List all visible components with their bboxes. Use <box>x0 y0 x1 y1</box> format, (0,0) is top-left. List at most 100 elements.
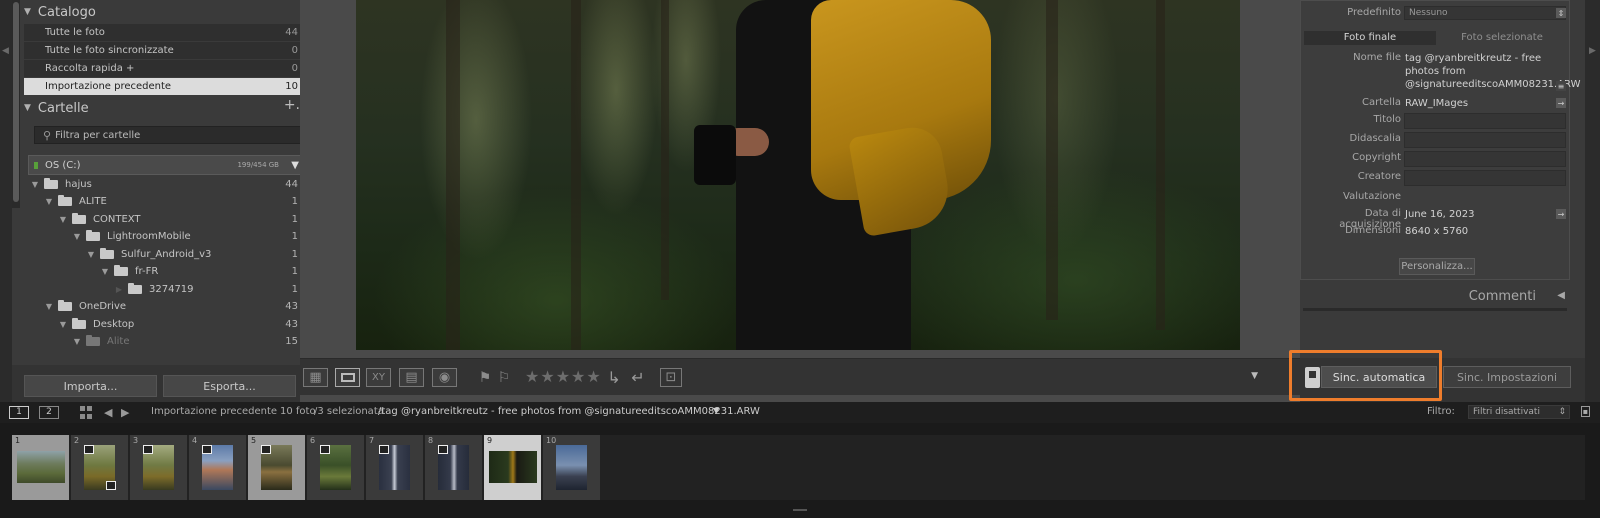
filmstrip-cell[interactable]: 6 <box>307 435 365 500</box>
sync-settings-button[interactable]: Sinc. Impostazioni <box>1443 366 1571 388</box>
primary-display-button[interactable]: 1 <box>9 406 29 419</box>
people-view-icon[interactable]: ◉ <box>432 368 457 387</box>
import-button[interactable]: Importa... <box>24 375 157 397</box>
title-input[interactable] <box>1404 113 1566 129</box>
collapsed-triangle-icon[interactable]: ▶ <box>112 285 126 294</box>
auto-sync-button[interactable]: Sinc. automatica <box>1321 366 1437 388</box>
survey-view-icon[interactable]: ▤ <box>399 368 424 387</box>
cell-number: 4 <box>192 436 198 445</box>
loupe-view-icon[interactable] <box>335 368 360 387</box>
filmstrip-cell[interactable]: 8 <box>425 435 483 500</box>
toolbar-content-dropdown-icon[interactable]: ▼ <box>1251 371 1258 381</box>
expand-triangle-icon[interactable]: ▼ <box>24 103 31 113</box>
folder-row[interactable]: ▼ ALITE 1 <box>28 193 306 210</box>
tab-final-photo[interactable]: Foto finale <box>1304 31 1436 45</box>
show-filmstrip-handle-icon[interactable] <box>793 509 807 513</box>
filmstrip-cell[interactable]: 10 <box>543 435 601 500</box>
go-to-date-icon[interactable]: → <box>1556 209 1566 219</box>
collapse-right-icon[interactable]: ▶ <box>1589 46 1596 56</box>
filmstrip-header: 1 2 ◀ ▶ Importazione precedente 10 foto … <box>0 402 1600 423</box>
left-panel-scrollbar[interactable] <box>12 0 20 208</box>
collapse-triangle-icon[interactable]: ◀ <box>1557 290 1565 301</box>
comments-header[interactable]: Commenti ◀ <box>1300 287 1570 307</box>
catalog-item-synced-photos[interactable]: Tutte le foto sincronizzate 0 <box>24 42 306 59</box>
filter-label: Filtro: <box>1427 406 1455 417</box>
catalog-item-all-photos[interactable]: Tutte le foto 44 <box>24 24 306 41</box>
rotate-right-icon[interactable]: ↵ <box>628 368 648 387</box>
expand-triangle-icon[interactable]: ▼ <box>56 320 70 329</box>
filmstrip-cell[interactable]: 7 <box>366 435 424 500</box>
folder-row[interactable]: ▼ Alite 15 <box>28 333 306 350</box>
drive-menu-icon[interactable]: ▼ <box>291 160 299 171</box>
creator-input[interactable] <box>1404 170 1566 186</box>
export-button[interactable]: Esporta... <box>163 375 296 397</box>
expand-triangle-icon[interactable]: ▼ <box>70 337 84 346</box>
caption-input[interactable] <box>1404 132 1566 148</box>
filmstrip-cell[interactable]: 3 <box>130 435 188 500</box>
folder-row[interactable]: ▼ CONTEXT 1 <box>28 211 306 228</box>
catalog-item-label: Tutte le foto sincronizzate <box>45 45 174 56</box>
grid-icon[interactable] <box>80 406 93 419</box>
expand-triangle-icon[interactable]: ▼ <box>70 232 84 241</box>
expand-triangle-icon[interactable]: ▼ <box>24 7 31 17</box>
path-dropdown-icon[interactable]: ▼ <box>713 406 719 415</box>
right-panel-toggle-strip[interactable]: ▶ <box>1585 0 1600 402</box>
compare-view-icon[interactable]: XY <box>366 368 391 387</box>
flag-pick-icon[interactable]: ⚑ <box>477 368 493 387</box>
scrollbar-thumb[interactable] <box>13 2 19 202</box>
folder-row[interactable]: ▼ Desktop 43 <box>28 316 306 333</box>
filmstrip-cell[interactable]: 2 <box>71 435 129 500</box>
expand-triangle-icon[interactable]: ▼ <box>84 250 98 259</box>
forward-arrow-icon[interactable]: ▶ <box>121 406 129 419</box>
flag-reject-icon[interactable]: ⚐ <box>496 368 512 387</box>
catalog-item-quick-collection[interactable]: Raccolta rapida + 0 <box>24 60 306 77</box>
add-folder-icon[interactable]: +. <box>284 97 300 113</box>
go-to-folder-icon[interactable]: → <box>1556 98 1566 108</box>
folder-icon <box>58 300 72 311</box>
secondary-display-button[interactable]: 2 <box>39 406 59 419</box>
filmstrip-cell[interactable]: 4 <box>189 435 247 500</box>
preset-dropdown-icon[interactable]: ⇕ <box>1556 8 1566 18</box>
collapse-left-icon[interactable]: ◀ <box>2 46 9 56</box>
expand-triangle-icon[interactable]: ▼ <box>56 215 70 224</box>
collection-badge-icon <box>143 445 153 454</box>
main-photo[interactable] <box>356 0 1240 350</box>
folder-row[interactable]: ▼ OneDrive 43 <box>28 298 306 315</box>
back-arrow-icon[interactable]: ◀ <box>104 406 112 419</box>
folder-row[interactable]: ▶ 3274719 1 <box>28 281 306 298</box>
catalog-header[interactable]: ▼ Catalogo <box>24 1 306 23</box>
filmstrip: 1 2 3 4 5 6 7 8 9 10 <box>0 423 1600 518</box>
grid-view-icon[interactable]: ▦ <box>303 368 328 387</box>
filename-edit-icon[interactable]: ≡ <box>1556 81 1566 91</box>
drive-status-icon <box>34 162 38 169</box>
expand-triangle-icon[interactable]: ▼ <box>98 267 112 276</box>
filmstrip-cell[interactable]: 5 <box>248 435 306 500</box>
copyright-input[interactable] <box>1404 151 1566 167</box>
left-panel-toggle-strip[interactable]: ◀ <box>0 0 12 402</box>
filter-select[interactable]: Filtri disattivati ⇕ <box>1468 405 1570 419</box>
edited-badge-icon <box>106 481 116 490</box>
folder-row[interactable]: ▼ Sulfur_Android_v3 1 <box>28 246 306 263</box>
folder-row[interactable]: ▼ hajus 44 <box>28 176 306 193</box>
folder-filter-input[interactable]: ⚲ Filtra per cartelle <box>34 126 302 144</box>
drive-row[interactable]: OS (C:) 199/454 GB ▼ <box>28 155 306 175</box>
tab-selected-photos[interactable]: Foto selezionate <box>1436 31 1568 45</box>
rating-stars[interactable]: ★★★★★ <box>525 367 602 386</box>
auto-sync-toggle[interactable] <box>1305 367 1320 388</box>
expand-triangle-icon[interactable]: ▼ <box>42 302 56 311</box>
filename-field[interactable]: tag @ryanbreitkreutz - free photos from … <box>1405 52 1581 91</box>
filter-dropdown-icon[interactable]: ⇕ <box>1558 406 1566 418</box>
folders-header[interactable]: ▼ Cartelle +. <box>24 97 306 119</box>
catalog-item-previous-import[interactable]: Importazione precedente 10 <box>24 78 306 95</box>
customize-button[interactable]: Personalizza... <box>1399 258 1475 275</box>
rotate-left-icon[interactable]: ↳ <box>604 368 624 387</box>
filmstrip-source[interactable]: Importazione precedente <box>151 406 277 417</box>
filter-lock-icon[interactable]: ▪ <box>1581 406 1590 417</box>
filmstrip-cell-active[interactable]: 9 <box>484 435 542 500</box>
folder-row[interactable]: ▼ fr-FR 1 <box>28 263 306 280</box>
crop-overlay-icon[interactable]: ⊡ <box>660 368 682 387</box>
filmstrip-cell[interactable]: 1 <box>12 435 70 500</box>
folder-row[interactable]: ▼ LightroomMobile 1 <box>28 228 306 245</box>
expand-triangle-icon[interactable]: ▼ <box>28 180 42 189</box>
expand-triangle-icon[interactable]: ▼ <box>42 197 56 206</box>
